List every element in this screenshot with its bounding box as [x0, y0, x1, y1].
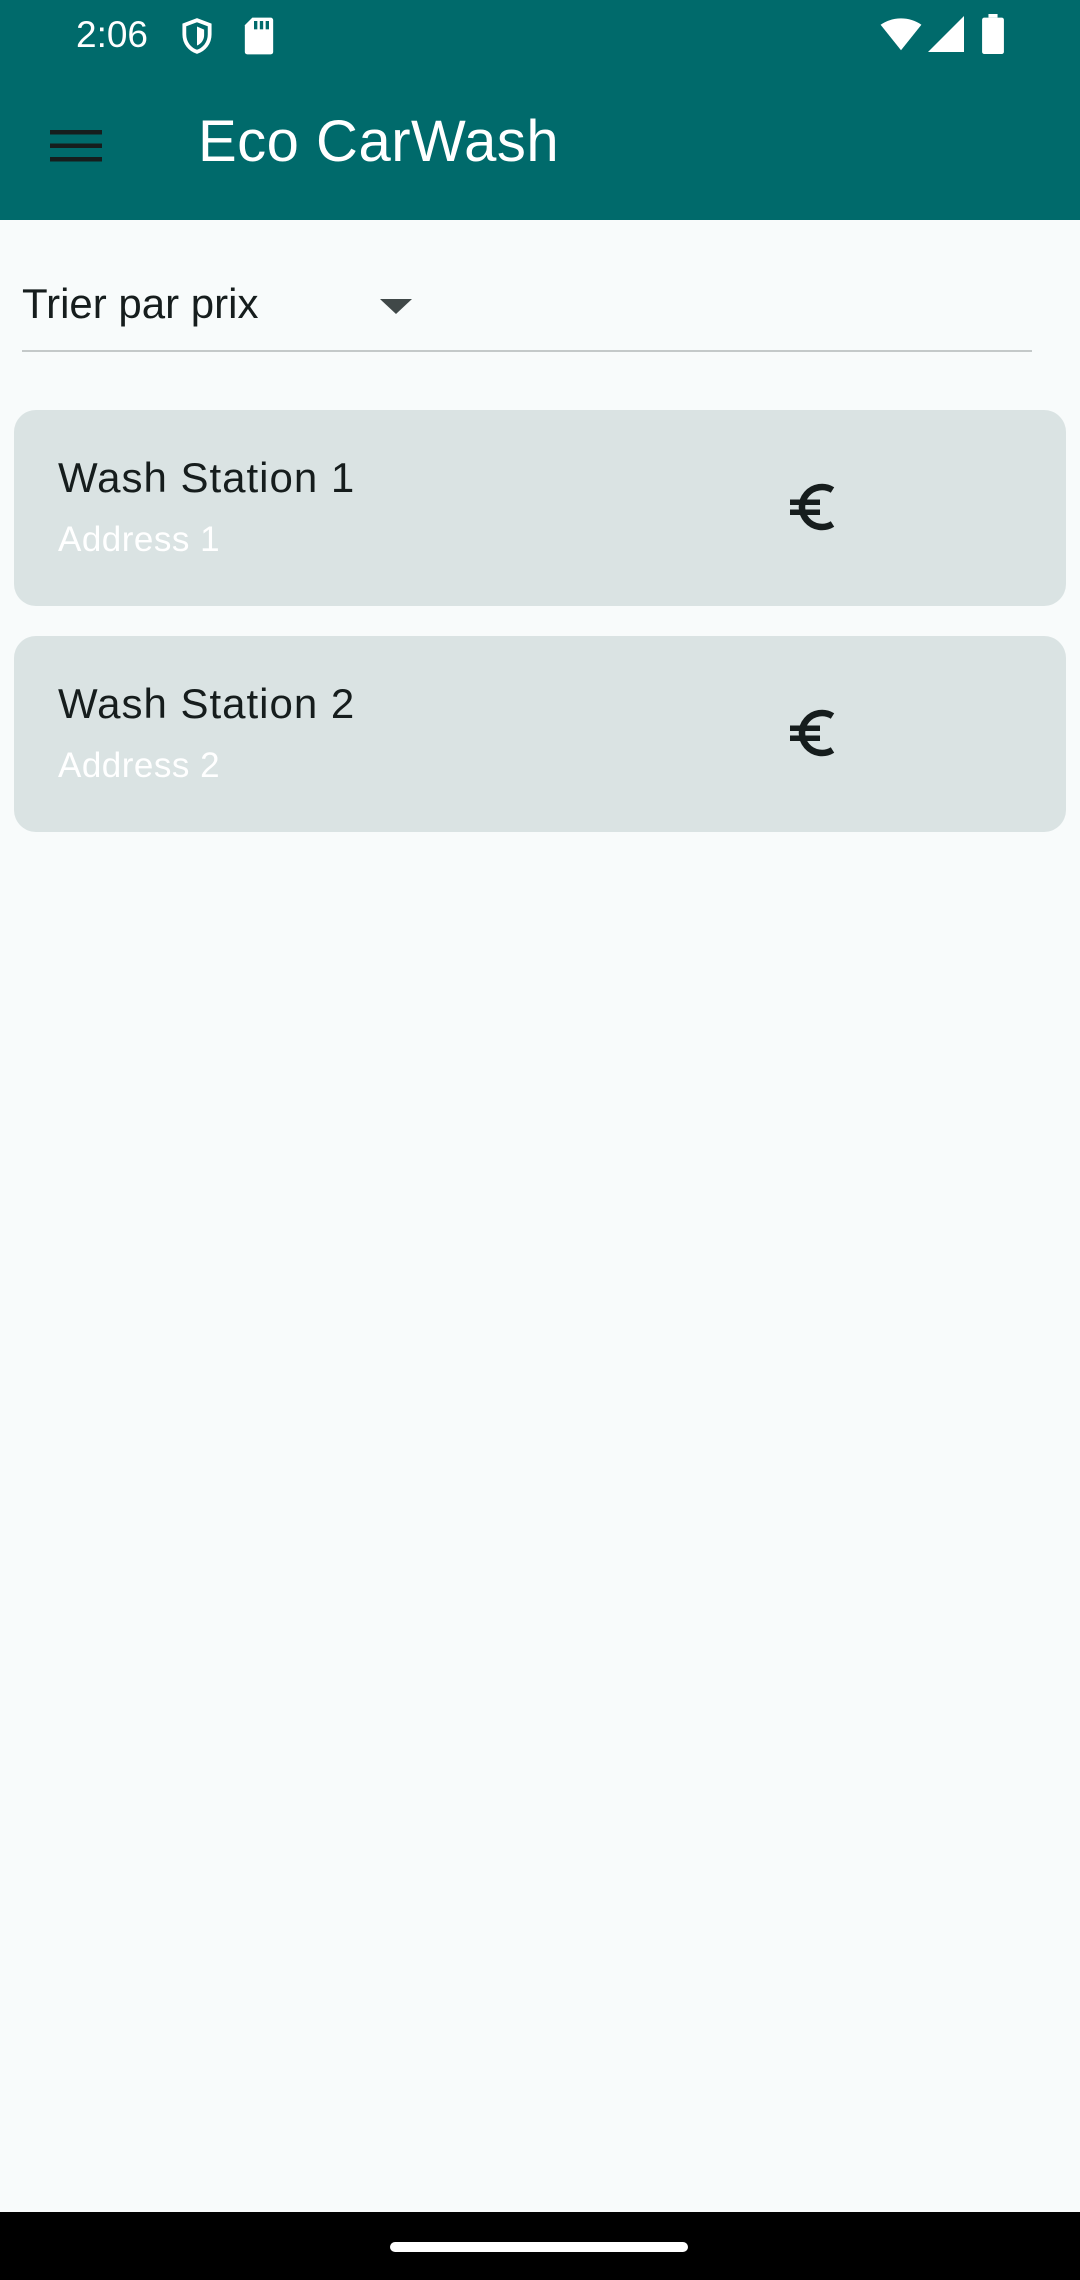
sort-dropdown-label: Trier par prix [22, 280, 259, 327]
station-card-1[interactable]: Wash Station 1 Address 1 [14, 410, 1066, 606]
battery-icon [982, 14, 1004, 59]
station-address: Address 2 [58, 746, 221, 785]
app-screen: 2:06 Eco CarWash Trier par prix Wash Sta… [0, 0, 1080, 2280]
station-address: Address 1 [58, 520, 221, 559]
system-nav-bar [0, 2212, 1080, 2280]
signal-icon [928, 16, 964, 57]
home-gesture-handle[interactable] [390, 2242, 688, 2252]
app-title: Eco CarWash [198, 109, 560, 174]
sd-card-icon [244, 16, 274, 61]
dropdown-arrow-icon [380, 298, 412, 321]
sort-dropdown[interactable]: Trier par prix [22, 270, 1032, 352]
station-name: Wash Station 2 [58, 680, 356, 727]
shield-icon [178, 16, 216, 61]
app-bar: Eco CarWash [0, 72, 1080, 220]
station-card-2[interactable]: Wash Station 2 Address 2 [14, 636, 1066, 832]
status-bar: 2:06 [0, 0, 1080, 72]
euro-icon [770, 462, 860, 552]
station-name: Wash Station 1 [58, 454, 356, 501]
wifi-icon [880, 18, 922, 57]
hamburger-menu-icon[interactable] [32, 106, 120, 186]
status-time: 2:06 [76, 14, 149, 55]
euro-icon [770, 688, 860, 778]
